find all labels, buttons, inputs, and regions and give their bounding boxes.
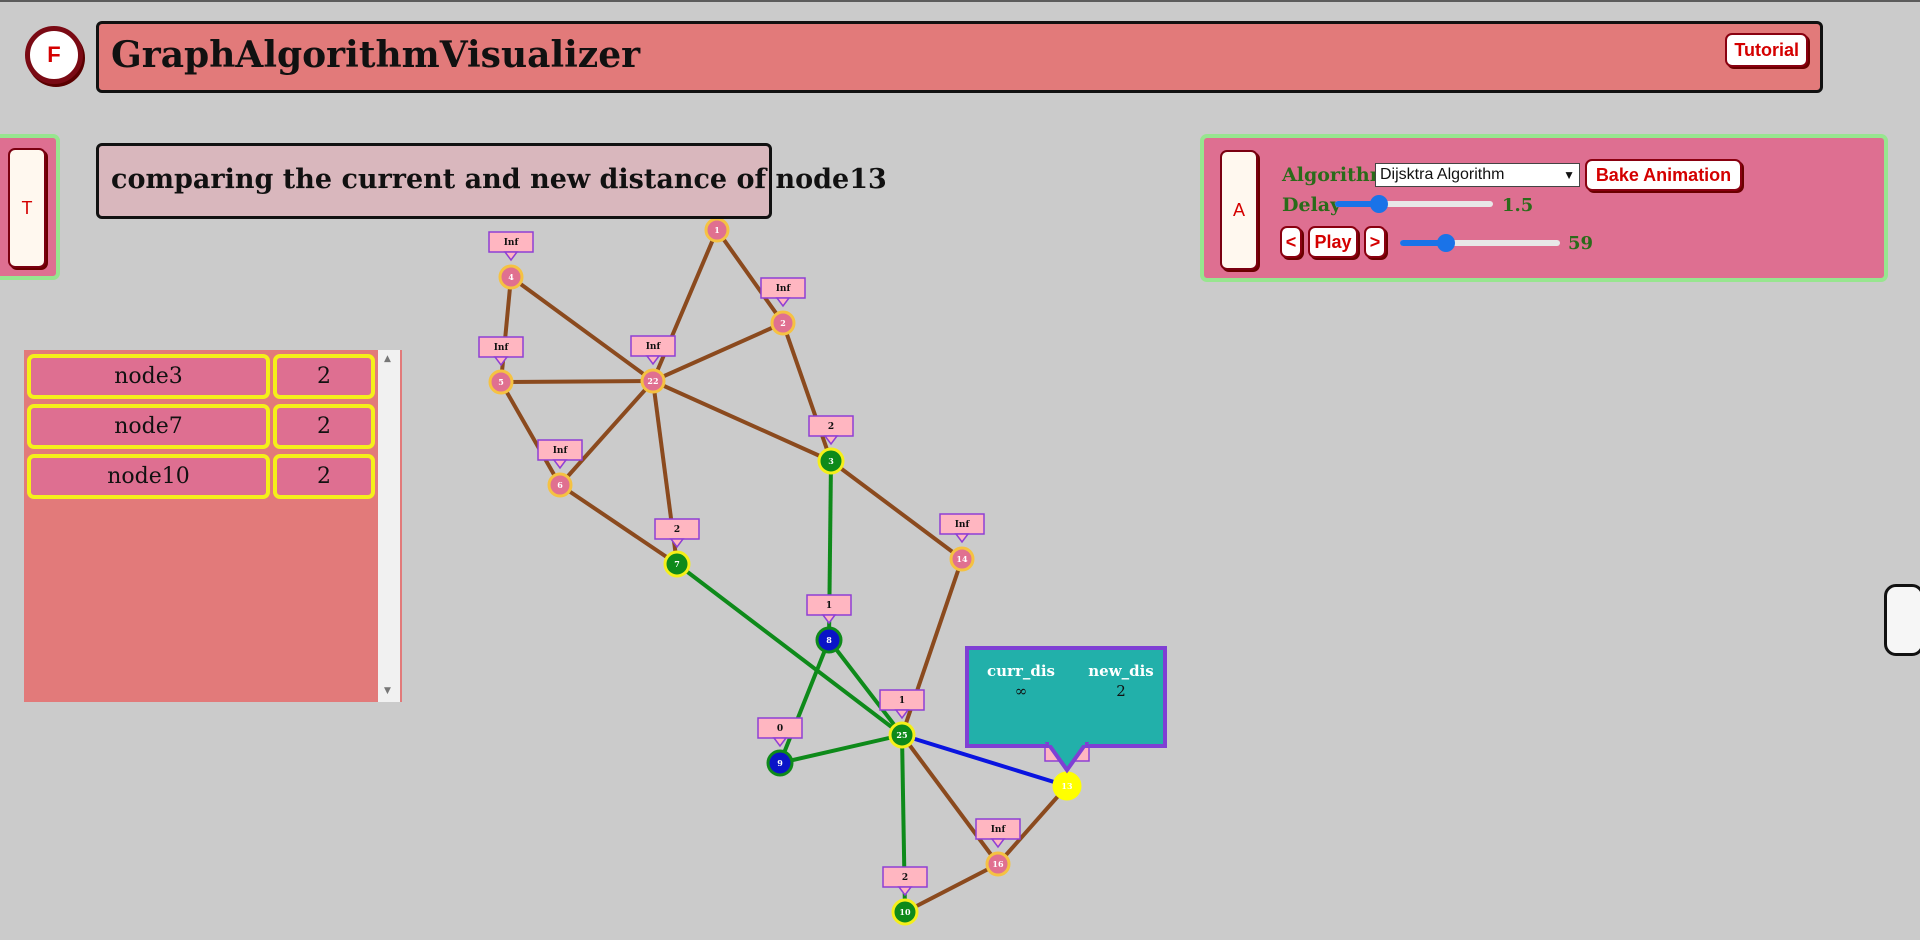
distance-label-pointer — [503, 251, 519, 262]
graph-edge — [675, 562, 904, 737]
delay-value: 1.5 — [1502, 195, 1534, 216]
graph-edge — [499, 381, 562, 486]
graph-node[interactable]: 81 — [806, 594, 852, 654]
node-id: 2 — [780, 318, 786, 328]
new-dis-label: new_dis — [1088, 662, 1154, 680]
distance-label-pointer — [775, 297, 791, 308]
step-slider-knob[interactable] — [1437, 234, 1456, 252]
node-id: 10 — [899, 907, 911, 917]
distance-label: Inf — [504, 238, 520, 248]
graph-node[interactable]: 14 Inf — [939, 513, 985, 572]
graph-node[interactable]: 32 — [808, 415, 854, 475]
distance-label-pointer — [772, 737, 788, 748]
node-id: 3 — [828, 456, 834, 466]
graph-node[interactable]: 22 Inf — [630, 335, 676, 394]
distance-label-pointer — [493, 356, 509, 367]
distance-label-pointer — [645, 355, 661, 366]
node-id: 25 — [896, 730, 907, 740]
curr-dis-label: curr_dis — [987, 662, 1055, 680]
algorithm-selected-value: Dijsktra Algorithm — [1380, 166, 1505, 183]
graph-edge — [558, 379, 655, 487]
algorithm-label: Algorithm — [1282, 164, 1390, 186]
graph-node[interactable]: 90 — [757, 717, 803, 777]
graph-node[interactable]: 72 — [654, 518, 700, 578]
distance-compare-tooltip: curr_dis ∞ new_dis 2 — [965, 646, 1167, 748]
graph-edge — [779, 733, 903, 765]
graph-edge — [652, 379, 832, 463]
algorithm-select[interactable]: Dijsktra Algorithm ▼ — [1375, 163, 1580, 187]
distance-label: 1 — [899, 696, 905, 706]
new-dis-column: new_dis 2 — [1081, 662, 1161, 700]
prev-step-button[interactable]: < — [1280, 226, 1302, 258]
step-value: 59 — [1568, 233, 1594, 254]
node-id: 9 — [777, 758, 783, 768]
next-step-button[interactable]: > — [1364, 226, 1386, 258]
graph-edge — [500, 379, 654, 384]
curr-dis-column: curr_dis ∞ — [981, 662, 1061, 700]
step-slider[interactable] — [1400, 234, 1560, 252]
graph-edge — [781, 322, 833, 462]
node-id: 1 — [714, 225, 720, 235]
distance-label: 1 — [826, 601, 832, 611]
node-id: 4 — [508, 272, 514, 282]
distance-label-pointer — [954, 533, 970, 544]
node-id: 13 — [1061, 781, 1073, 791]
node-id: 14 — [956, 554, 968, 564]
graph-node[interactable]: 4 Inf — [488, 231, 534, 290]
distance-label: Inf — [991, 825, 1007, 835]
graph-node[interactable]: 10 2 — [882, 866, 928, 926]
distance-label: Inf — [955, 520, 971, 530]
status-message-box: comparing the current and new distance o… — [96, 143, 887, 219]
graph-edge — [499, 276, 513, 383]
distance-label: Inf — [494, 343, 510, 353]
curr-dis-value: ∞ — [1014, 682, 1028, 700]
distance-label: Inf — [553, 446, 569, 456]
node-id: 22 — [647, 376, 658, 386]
distance-label: Inf — [646, 342, 662, 352]
distance-label: 2 — [828, 422, 834, 432]
graph-node[interactable]: 2 Inf — [760, 277, 806, 336]
delay-label: Delay — [1282, 194, 1342, 216]
status-message: comparing the current and new distance o… — [111, 164, 887, 195]
distance-label-pointer — [897, 886, 913, 897]
bake-animation-button[interactable]: Bake Animation — [1585, 159, 1742, 191]
distance-label: Inf — [776, 284, 792, 294]
node-id: 8 — [826, 635, 832, 645]
delay-slider[interactable] — [1335, 195, 1493, 213]
distance-label-pointer — [823, 435, 839, 446]
graph-edge — [900, 733, 1000, 866]
new-dis-value: 2 — [1116, 682, 1126, 700]
distance-label: 2 — [902, 873, 908, 883]
node-id: 16 — [992, 859, 1004, 869]
node-id: 6 — [557, 480, 563, 490]
algorithm-control-panel: A Algorithm Dijsktra Algorithm ▼ Bake An… — [1200, 134, 1888, 282]
graph-node[interactable]: 5 Inf — [478, 336, 524, 395]
node-id: 5 — [498, 377, 504, 387]
right-edge-handle[interactable] — [1884, 584, 1920, 656]
a-toggle-button[interactable]: A — [1220, 150, 1258, 270]
distance-label: 2 — [674, 525, 680, 535]
play-button[interactable]: Play — [1308, 226, 1358, 258]
distance-label-pointer — [990, 838, 1006, 849]
tooltip-pointer — [1045, 742, 1089, 774]
chevron-down-icon: ▼ — [1563, 168, 1575, 182]
graph-edge — [509, 275, 655, 383]
node-id: 7 — [674, 559, 680, 569]
delay-slider-knob[interactable] — [1370, 195, 1389, 213]
distance-label-pointer — [821, 614, 837, 625]
graph-edge — [829, 459, 964, 561]
distance-label-pointer — [552, 459, 568, 470]
distance-label: 0 — [777, 724, 783, 734]
graph-edge — [715, 228, 785, 325]
